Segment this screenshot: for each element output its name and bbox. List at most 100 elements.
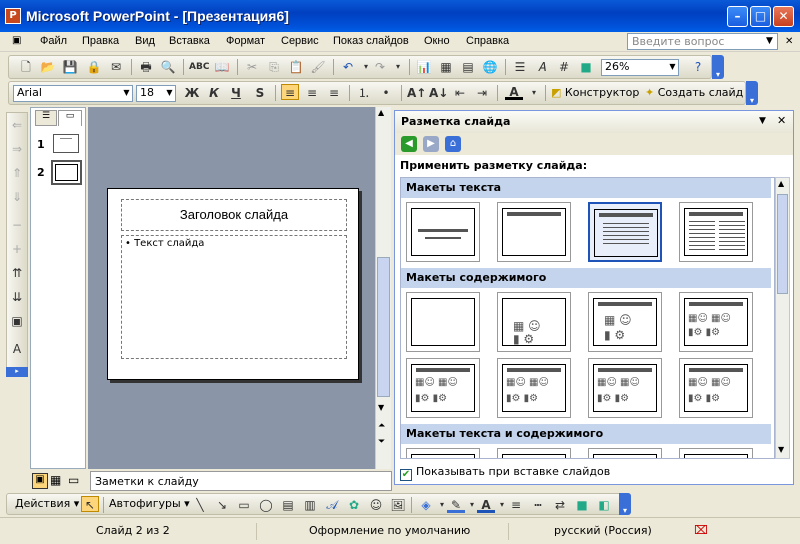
actions-menu[interactable]: Действия ▾ bbox=[15, 497, 79, 510]
save-icon[interactable]: 💾 bbox=[61, 59, 79, 75]
menu-help[interactable]: Справка bbox=[466, 35, 509, 47]
scroll-thumb[interactable] bbox=[377, 257, 390, 397]
menu-insert[interactable]: Вставка bbox=[169, 35, 210, 47]
layout-title-and-text[interactable] bbox=[588, 202, 662, 262]
print-preview-icon[interactable]: 🔍 bbox=[159, 59, 177, 75]
toolbar-options-icon[interactable]: ▾ bbox=[746, 81, 758, 105]
textbox-icon[interactable]: ▤ bbox=[279, 497, 297, 513]
task-pane-menu-icon[interactable]: ▼ bbox=[759, 116, 766, 126]
font-color-icon[interactable]: A bbox=[505, 84, 523, 100]
dash-style-icon[interactable]: ┅ bbox=[529, 497, 547, 513]
bullets-icon[interactable]: • bbox=[377, 85, 395, 101]
scroll-down-icon[interactable]: ▼ bbox=[378, 403, 384, 412]
slide-vertical-scrollbar[interactable]: ▲ ▼ ⏶ ⏷ bbox=[375, 107, 391, 469]
toolbar-options-icon[interactable]: ▸ bbox=[6, 367, 28, 377]
line-icon[interactable]: ╲ bbox=[191, 497, 209, 513]
minimize-button[interactable]: – bbox=[727, 6, 748, 27]
menu-slideshow[interactable]: Показ слайдов bbox=[333, 35, 409, 47]
task-pane-close-icon[interactable]: ✕ bbox=[777, 114, 786, 127]
chevron-down-icon[interactable]: ▼ bbox=[121, 86, 132, 101]
home-icon[interactable]: ⌂ bbox=[445, 136, 461, 152]
title-placeholder[interactable]: Заголовок слайда bbox=[121, 199, 347, 231]
menu-edit[interactable]: Правка bbox=[82, 35, 119, 47]
increase-font-icon[interactable]: A↑ bbox=[407, 85, 426, 101]
notes-pane[interactable]: Заметки к слайду bbox=[90, 471, 392, 491]
scroll-thumb[interactable] bbox=[777, 194, 788, 294]
slideshow-icon[interactable]: ▭ bbox=[68, 473, 79, 487]
layout-title-content[interactable]: ▦ ☺ ▮ ⚙ bbox=[588, 292, 662, 352]
previous-slide-icon[interactable]: ⏶ bbox=[378, 421, 385, 431]
align-left-icon[interactable]: ≡ bbox=[281, 84, 299, 100]
new-slide-button[interactable]: ✦ Создать слайд bbox=[645, 86, 743, 99]
help-icon[interactable]: ? bbox=[689, 59, 707, 75]
bold-button[interactable]: Ж bbox=[183, 85, 201, 101]
layout-content[interactable]: ▦ ☺ ▮ ⚙ bbox=[497, 292, 571, 352]
italic-button[interactable]: К bbox=[205, 85, 223, 101]
menu-file[interactable]: Файл bbox=[40, 35, 67, 47]
vertical-textbox-icon[interactable]: ▥ bbox=[301, 497, 319, 513]
layout-title-only[interactable] bbox=[497, 202, 571, 262]
scroll-down-icon[interactable]: ▼ bbox=[778, 445, 784, 454]
print-icon[interactable]: 🖶 bbox=[137, 59, 155, 75]
expand-all-outline-icon[interactable]: ⇊ bbox=[8, 289, 26, 305]
normal-view-icon[interactable]: ▣ bbox=[32, 473, 48, 489]
layout-text-content-d[interactable] bbox=[679, 448, 753, 458]
collapse-icon[interactable]: − bbox=[8, 217, 26, 233]
decrease-font-icon[interactable]: A↓ bbox=[429, 85, 448, 101]
cut-icon[interactable]: ✂ bbox=[243, 59, 261, 75]
show-formatting-outline-icon[interactable]: A bbox=[8, 341, 26, 357]
toolbar-options-icon[interactable]: ▾ bbox=[619, 493, 631, 515]
research-icon[interactable]: 📖 bbox=[213, 59, 231, 75]
slide-thumbnail-1[interactable] bbox=[53, 134, 79, 153]
show-on-insert-checkbox[interactable]: ✔ bbox=[400, 469, 412, 481]
move-down-icon[interactable]: ⇓ bbox=[8, 189, 26, 205]
designer-button[interactable]: ◩ Конструктор bbox=[551, 86, 639, 99]
layout-text-content-c[interactable] bbox=[588, 448, 662, 458]
outline-tab[interactable]: ☰ bbox=[35, 110, 57, 126]
arrow-style-icon[interactable]: ⇄ bbox=[551, 497, 569, 513]
layout-two-columns[interactable] bbox=[679, 202, 753, 262]
layout-title-2-content-content[interactable]: ▦☺ ▦☺ ▮⚙ ▮⚙ bbox=[497, 358, 571, 418]
oval-icon[interactable]: ◯ bbox=[257, 497, 275, 513]
new-icon[interactable]: 🗋 bbox=[17, 59, 35, 75]
menu-tools[interactable]: Сервис bbox=[281, 35, 319, 47]
move-up-icon[interactable]: ⇑ bbox=[8, 165, 26, 181]
scroll-up-icon[interactable]: ▲ bbox=[378, 108, 384, 117]
increase-indent-icon[interactable]: ⇥ bbox=[473, 85, 491, 101]
layout-text-content-b[interactable] bbox=[497, 448, 571, 458]
spelling-status-icon[interactable]: ⌧ bbox=[694, 523, 708, 537]
zoom-combo[interactable]: 26% ▼ bbox=[601, 59, 679, 76]
paste-icon[interactable]: 📋 bbox=[287, 59, 305, 75]
align-right-icon[interactable]: ≡ bbox=[325, 85, 343, 101]
tables-borders-icon[interactable]: ▤ bbox=[459, 59, 477, 75]
undo-icon[interactable]: ↶ bbox=[339, 59, 357, 75]
chevron-down-icon[interactable]: ▼ bbox=[667, 60, 678, 75]
shadow-button[interactable]: S bbox=[251, 85, 269, 101]
body-placeholder[interactable]: • Текст слайда bbox=[121, 235, 347, 359]
layout-title-2-content-over-content[interactable]: ▦☺ ▦☺ ▮⚙ ▮⚙ bbox=[588, 358, 662, 418]
insert-chart-icon[interactable]: 📊 bbox=[415, 59, 433, 75]
underline-button[interactable]: Ч bbox=[227, 85, 245, 101]
scroll-up-icon[interactable]: ▲ bbox=[778, 179, 784, 188]
promote-icon[interactable]: ⇐ bbox=[8, 117, 26, 133]
help-search-input[interactable]: Введите вопрос bbox=[627, 33, 778, 50]
arrow-icon[interactable]: ↘ bbox=[213, 497, 231, 513]
layout-title-4-content[interactable]: ▦☺ ▦☺ ▮⚙ ▮⚙ bbox=[679, 358, 753, 418]
format-painter-icon[interactable]: 🖌 bbox=[309, 59, 327, 75]
layout-blank[interactable] bbox=[406, 292, 480, 352]
close-button[interactable]: ✕ bbox=[773, 6, 794, 27]
slide-sorter-icon[interactable]: ▦ bbox=[50, 473, 61, 487]
show-on-insert-option[interactable]: ✔ Показывать при вставке слайдов bbox=[400, 465, 610, 481]
align-center-icon[interactable]: ≡ bbox=[303, 85, 321, 101]
layout-text-content-a[interactable] bbox=[406, 448, 480, 458]
email-icon[interactable]: ✉ bbox=[107, 59, 125, 75]
help-dropdown-icon[interactable]: ▼ bbox=[766, 36, 773, 46]
chevron-down-icon[interactable]: ▼ bbox=[164, 86, 175, 101]
powerpoint-app-icon[interactable]: P bbox=[5, 8, 21, 24]
open-icon[interactable]: 📂 bbox=[39, 59, 57, 75]
current-slide[interactable]: Заголовок слайда • Текст слайда bbox=[107, 188, 359, 380]
font-color-dropdown-icon[interactable]: ▾ bbox=[525, 85, 543, 101]
picture-icon[interactable]: 🖼 bbox=[389, 497, 407, 513]
summary-slide-icon[interactable]: ▣ bbox=[8, 313, 26, 329]
autoshapes-menu[interactable]: Автофигуры ▾ bbox=[109, 497, 190, 510]
